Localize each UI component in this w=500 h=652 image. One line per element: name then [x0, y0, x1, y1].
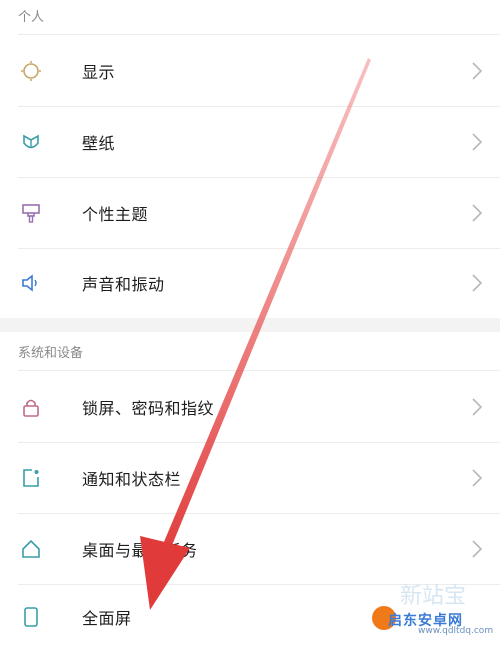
chevron-right-icon [470, 397, 484, 417]
faded-background-text: 新站宝 [400, 584, 467, 609]
settings-item-label: 桌面与最近任务 [82, 541, 198, 560]
settings-item-label: 锁屏、密码和指纹 [82, 399, 215, 418]
home-icon [20, 538, 42, 560]
flower-icon [20, 131, 42, 153]
phone-icon [20, 606, 42, 628]
chevron-right-icon [470, 539, 484, 559]
settings-item-label: 显示 [82, 63, 116, 82]
chevron-right-icon [470, 203, 484, 223]
settings-item-label: 声音和振动 [82, 275, 165, 294]
settings-item-sound[interactable]: 声音和振动 [0, 248, 500, 318]
settings-item-label: 个性主题 [82, 205, 149, 224]
divider [18, 370, 500, 371]
watermark-url: www.qdltdq.com [418, 626, 494, 636]
settings-item-label: 通知和状态栏 [82, 470, 182, 489]
notification-icon [20, 467, 42, 489]
lock-icon [20, 396, 42, 418]
settings-item-notifications[interactable]: 通知和状态栏 [0, 443, 500, 513]
chevron-right-icon [470, 132, 484, 152]
chevron-right-icon [470, 468, 484, 488]
settings-item-wallpaper[interactable]: 壁纸 [0, 107, 500, 177]
section-header-system: 系统和设备 [18, 346, 84, 361]
speaker-icon [20, 272, 42, 294]
settings-item-label: 壁纸 [82, 134, 116, 153]
settings-item-theme[interactable]: 个性主题 [0, 178, 500, 248]
chevron-right-icon [470, 61, 484, 81]
settings-item-desktop[interactable]: 桌面与最近任务 [0, 514, 500, 584]
brush-icon [20, 202, 42, 224]
section-gap [0, 318, 500, 332]
sun-icon [20, 60, 42, 82]
chevron-right-icon [470, 273, 484, 293]
section-header-personal: 个人 [18, 10, 45, 25]
divider [18, 34, 500, 35]
settings-item-lockscreen[interactable]: 锁屏、密码和指纹 [0, 372, 500, 442]
settings-item-display[interactable]: 显示 [0, 36, 500, 106]
settings-item-label: 全面屏 [82, 609, 132, 628]
